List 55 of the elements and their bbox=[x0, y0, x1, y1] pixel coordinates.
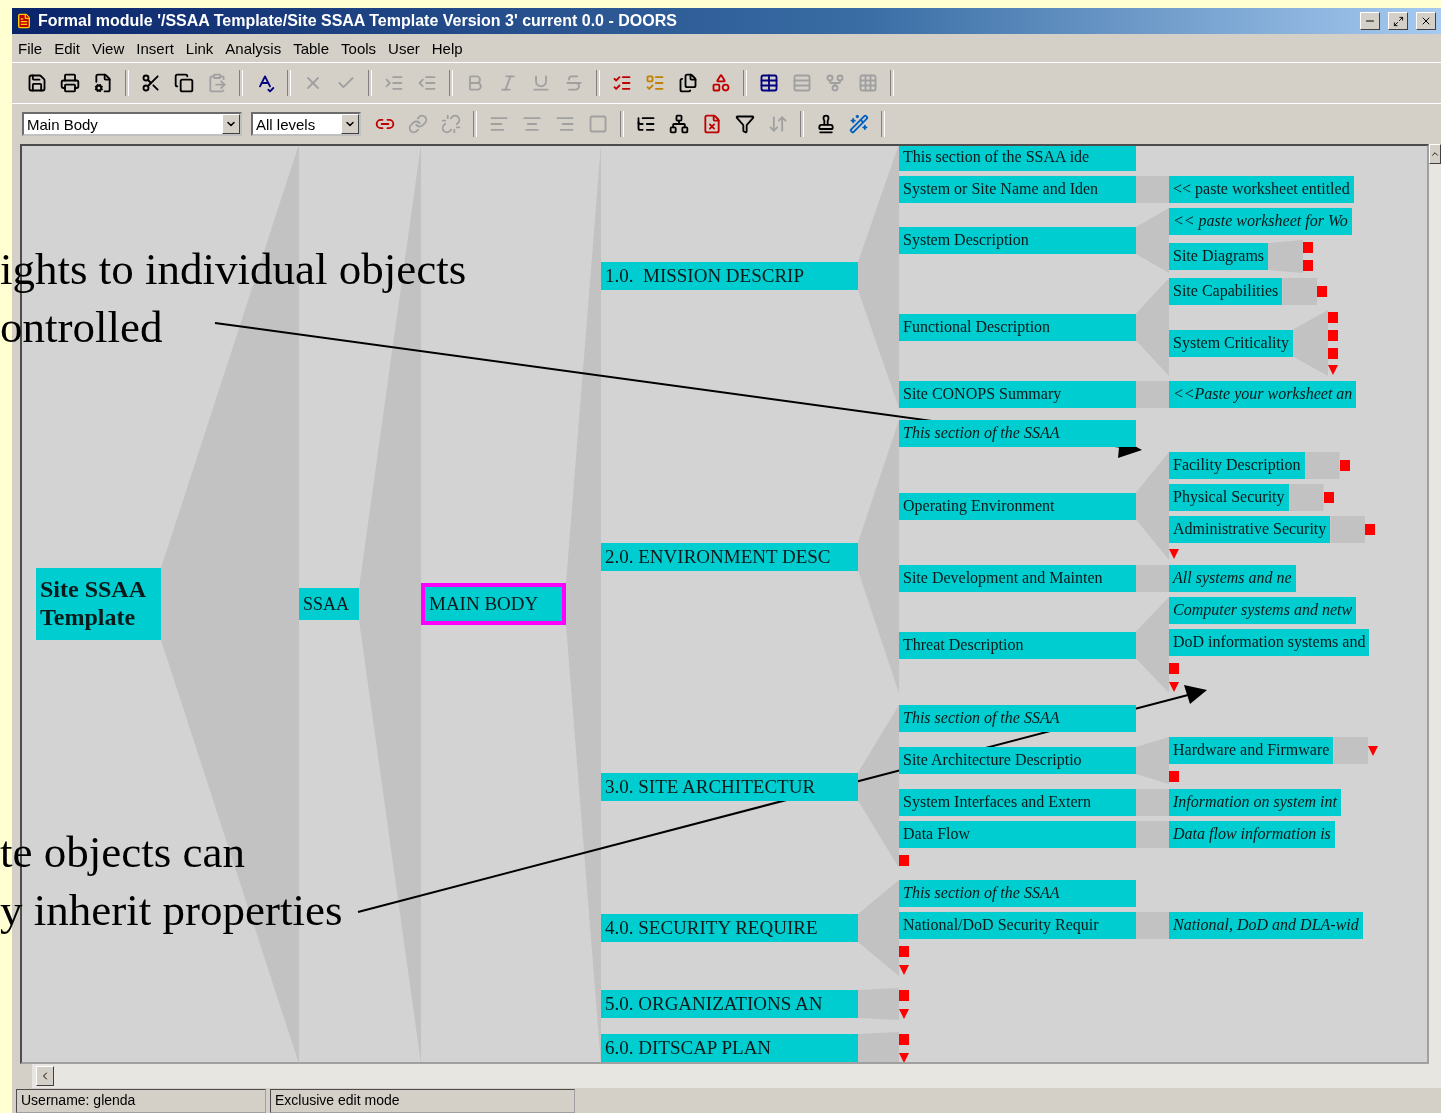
tree-node[interactable]: Site Capabilities bbox=[1169, 278, 1283, 305]
menu-item[interactable]: Tools bbox=[341, 39, 377, 57]
menu-item[interactable]: User bbox=[388, 39, 420, 57]
tree-node[interactable]: 2.0. ENVIRONMENT DESC bbox=[601, 542, 858, 571]
tree-node[interactable]: This section of the SSAA bbox=[899, 880, 1136, 907]
tree-node[interactable]: 1.0. MISSION DESCRIP bbox=[601, 262, 858, 290]
tree-node[interactable]: National/DoD Security Requir bbox=[899, 912, 1136, 939]
status-text: Username: glenda bbox=[16, 1089, 266, 1113]
tree-node[interactable]: This section of the SSAA ide bbox=[899, 146, 1136, 171]
tree-node[interactable]: Site Diagrams bbox=[1169, 243, 1269, 270]
tree-node[interactable]: 6.0. DITSCAP PLAN bbox=[601, 1034, 858, 1062]
menu-item[interactable]: Analysis bbox=[225, 39, 282, 57]
level-dropdown[interactable]: All levels bbox=[251, 112, 361, 136]
tree-node[interactable]: << paste worksheet entitled bbox=[1169, 176, 1354, 203]
tree-node[interactable]: System Criticality bbox=[1169, 329, 1293, 357]
tree-node[interactable]: 4.0. SECURITY REQUIRE bbox=[601, 914, 858, 942]
menu-item[interactable]: Edit bbox=[54, 39, 81, 57]
tree-node[interactable]: Threat Description bbox=[899, 631, 1136, 659]
tree-node[interactable]: National, DoD and DLA-wid bbox=[1169, 912, 1363, 939]
tree-node[interactable]: Information on system int bbox=[1169, 789, 1341, 816]
menu-item[interactable]: Table bbox=[293, 39, 330, 57]
tree-node[interactable]: Site SSAA Template bbox=[36, 568, 161, 640]
tree-node[interactable]: Functional Description bbox=[899, 313, 1136, 341]
tree-node[interactable]: Facility Description bbox=[1169, 452, 1305, 479]
status-text: Exclusive edit mode bbox=[270, 1089, 575, 1113]
window-title: Formal module '/SSAA Template/Site SSAA Template Version 3' current 0.0 - DOORS bbox=[38, 12, 678, 30]
tree-node[interactable]: Physical Security bbox=[1169, 484, 1289, 511]
tree-node[interactable]: DoD information systems and bbox=[1169, 629, 1370, 656]
view-dropdown[interactable]: Main Body bbox=[22, 112, 242, 136]
tree-node[interactable]: 3.0. SITE ARCHITECTUR bbox=[601, 772, 858, 801]
tree-node[interactable]: Site CONOPS Summary bbox=[899, 381, 1136, 408]
tree-node[interactable]: SSAA bbox=[299, 588, 359, 620]
tree-node[interactable]: System Interfaces and Extern bbox=[899, 789, 1136, 816]
menu-item[interactable]: View bbox=[92, 39, 125, 57]
tree-node[interactable]: This section of the SSAA bbox=[899, 420, 1136, 447]
tree-node[interactable]: << paste worksheet for Wo bbox=[1169, 208, 1352, 235]
tree-node[interactable]: System or Site Name and Iden bbox=[899, 176, 1136, 203]
tree-node[interactable]: MAIN BODY bbox=[421, 583, 566, 625]
tree-node[interactable]: System Description bbox=[899, 227, 1136, 254]
menu-item[interactable]: Insert bbox=[136, 39, 174, 57]
tree-node[interactable]: Operating Environment bbox=[899, 492, 1136, 520]
tree-node[interactable]: Site Development and Mainten bbox=[899, 565, 1136, 592]
tree-node[interactable]: Hardware and Firmware bbox=[1169, 737, 1334, 764]
tree-node[interactable]: Data Flow bbox=[899, 821, 1136, 848]
tree-node[interactable]: All systems and ne bbox=[1169, 565, 1296, 592]
tree-node[interactable]: 5.0. ORGANIZATIONS AN bbox=[601, 990, 858, 1018]
menu-item[interactable]: Help bbox=[431, 39, 463, 57]
tree-node[interactable]: This section of the SSAA bbox=[899, 705, 1136, 732]
tree-node[interactable]: Computer systems and netw bbox=[1169, 597, 1357, 624]
tree-node[interactable]: Data flow information is bbox=[1169, 821, 1335, 848]
menu-item[interactable]: File bbox=[18, 39, 43, 57]
tree-node[interactable]: <<Paste your worksheet an bbox=[1169, 381, 1357, 408]
menu-item[interactable]: Link bbox=[185, 39, 214, 57]
tree-node[interactable]: Site Architecture Descriptio bbox=[899, 747, 1136, 774]
tree-node[interactable]: Administrative Security bbox=[1169, 516, 1331, 543]
